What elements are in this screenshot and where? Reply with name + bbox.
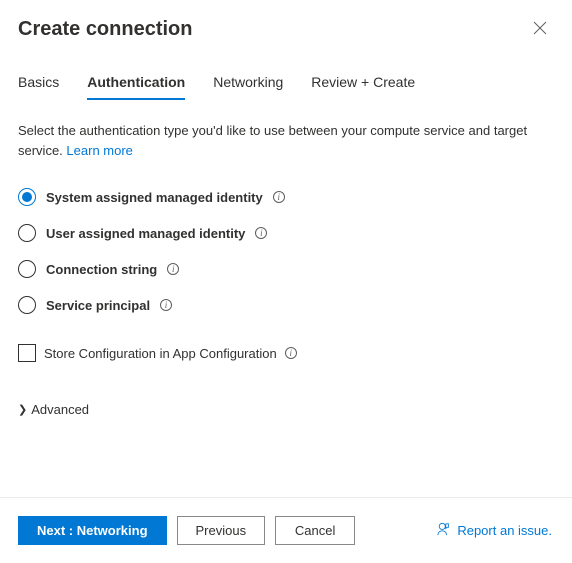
- radio-input[interactable]: [18, 188, 36, 206]
- cancel-button[interactable]: Cancel: [275, 516, 355, 545]
- radio-input[interactable]: [18, 260, 36, 278]
- radio-input[interactable]: [18, 296, 36, 314]
- info-icon[interactable]: i: [255, 227, 267, 239]
- radio-label: Connection string: [46, 262, 157, 277]
- auth-option-service-principal[interactable]: Service principal i: [18, 296, 552, 314]
- radio-label: User assigned managed identity: [46, 226, 245, 241]
- tab-bar: Basics Authentication Networking Review …: [18, 74, 552, 101]
- close-icon: [533, 22, 547, 39]
- tab-authentication[interactable]: Authentication: [87, 74, 185, 100]
- tab-review-create[interactable]: Review + Create: [311, 74, 415, 100]
- advanced-label: Advanced: [31, 402, 89, 417]
- advanced-toggle[interactable]: ❯ Advanced: [18, 402, 552, 417]
- auth-option-connection-string[interactable]: Connection string i: [18, 260, 552, 278]
- info-icon[interactable]: i: [167, 263, 179, 275]
- chevron-right-icon: ❯: [18, 403, 27, 416]
- radio-input[interactable]: [18, 224, 36, 242]
- radio-label: System assigned managed identity: [46, 190, 263, 205]
- previous-button[interactable]: Previous: [177, 516, 266, 545]
- feedback-icon: [437, 522, 451, 539]
- report-issue-link[interactable]: Report an issue.: [437, 522, 552, 539]
- info-icon[interactable]: i: [160, 299, 172, 311]
- auth-type-radio-group: System assigned managed identity i User …: [18, 188, 552, 314]
- checkbox-label: Store Configuration in App Configuration: [44, 346, 277, 361]
- auth-description: Select the authentication type you'd lik…: [18, 121, 552, 160]
- checkbox-input[interactable]: [18, 344, 36, 362]
- store-config-checkbox-row[interactable]: Store Configuration in App Configuration…: [18, 344, 552, 362]
- auth-option-user-assigned[interactable]: User assigned managed identity i: [18, 224, 552, 242]
- radio-label: Service principal: [46, 298, 150, 313]
- learn-more-link[interactable]: Learn more: [66, 143, 132, 158]
- report-issue-label: Report an issue.: [457, 523, 552, 538]
- auth-option-system-assigned[interactable]: System assigned managed identity i: [18, 188, 552, 206]
- info-icon[interactable]: i: [285, 347, 297, 359]
- page-title: Create connection: [18, 18, 192, 41]
- footer-bar: Next : Networking Previous Cancel Report…: [18, 498, 552, 563]
- next-button[interactable]: Next : Networking: [18, 516, 167, 545]
- tab-basics[interactable]: Basics: [18, 74, 59, 100]
- close-button[interactable]: [528, 18, 552, 42]
- info-icon[interactable]: i: [273, 191, 285, 203]
- tab-networking[interactable]: Networking: [213, 74, 283, 100]
